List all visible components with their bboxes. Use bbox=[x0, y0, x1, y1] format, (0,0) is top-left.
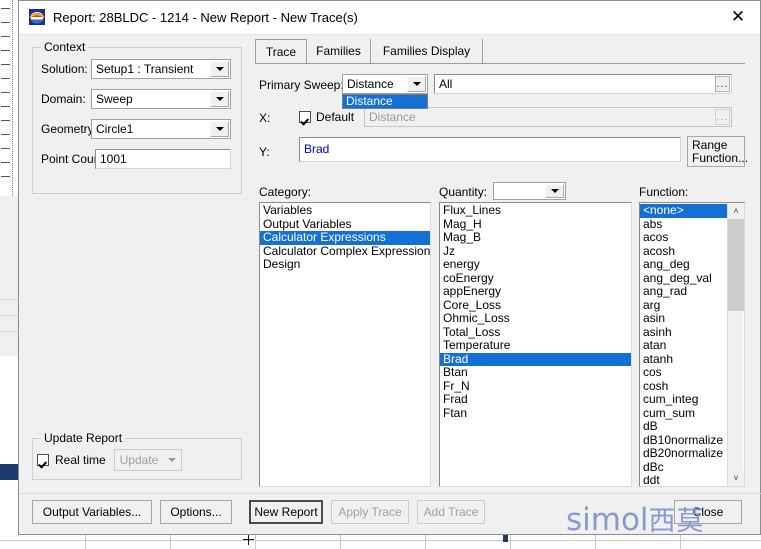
quantity-item[interactable]: Flux_Lines bbox=[440, 204, 631, 218]
quantity-item[interactable]: Mag_B bbox=[440, 231, 631, 245]
category-item[interactable]: Calculator Complex Expressions bbox=[260, 245, 430, 259]
quantity-item[interactable]: coEnergy bbox=[440, 272, 631, 286]
close-button[interactable]: Close bbox=[674, 500, 742, 524]
geometry-label: Geometry: bbox=[41, 122, 98, 136]
dialog-title: Report: 28BLDC - 1214 - New Report - New… bbox=[53, 10, 358, 25]
tab-trace-label: Trace bbox=[265, 44, 297, 59]
category-listbox[interactable]: Variables Output Variables Calculator Expr… bbox=[259, 202, 431, 487]
tab-underline bbox=[255, 63, 745, 64]
solution-combo[interactable]: Setup1 : Transient bbox=[91, 59, 231, 79]
range-function-label-2: Function... bbox=[692, 150, 749, 165]
apply-trace-button: Apply Trace bbox=[331, 500, 409, 524]
tab-families-label: Families bbox=[316, 44, 361, 58]
domain-label: Domain: bbox=[41, 92, 86, 106]
tab-trace[interactable]: Trace bbox=[255, 39, 307, 63]
domain-combo[interactable]: Sweep bbox=[91, 89, 231, 109]
output-variables-button[interactable]: Output Variables... bbox=[32, 500, 152, 524]
category-label: Category: bbox=[259, 185, 312, 199]
close-button-label: Close bbox=[692, 505, 724, 519]
quantity-item[interactable]: energy bbox=[440, 258, 631, 272]
category-item[interactable]: Variables bbox=[260, 204, 430, 218]
close-window-button[interactable]: ✕ bbox=[716, 1, 760, 33]
chevron-down-icon[interactable] bbox=[407, 76, 426, 92]
x-default-checkbox[interactable] bbox=[299, 111, 311, 123]
quantity-item[interactable]: Total_Loss bbox=[440, 326, 631, 340]
update-button: Update bbox=[114, 449, 182, 471]
tab-families[interactable]: Families bbox=[307, 39, 371, 63]
chevron-down-icon[interactable] bbox=[210, 121, 229, 137]
quantity-item[interactable]: Frad bbox=[440, 393, 631, 407]
category-item[interactable]: Design bbox=[260, 258, 430, 272]
primary-sweep-combo[interactable]: Distance bbox=[342, 74, 428, 94]
quantity-item[interactable]: Jz bbox=[440, 245, 631, 259]
chevron-down-icon[interactable] bbox=[210, 91, 229, 107]
real-time-checkbox[interactable] bbox=[37, 454, 49, 466]
scrollbar-thumb[interactable] bbox=[728, 219, 744, 311]
scroll-down-arrow-icon[interactable]: ˅ bbox=[728, 470, 744, 486]
x-browse-button: ... bbox=[715, 109, 730, 125]
category-item[interactable]: Calculator Expressions bbox=[260, 231, 430, 245]
add-trace-label: Add Trace bbox=[423, 505, 479, 519]
dialog-titlebar: Report: 28BLDC - 1214 - New Report - New… bbox=[19, 1, 760, 35]
solution-label: Solution: bbox=[41, 62, 88, 76]
y-label: Y: bbox=[259, 145, 270, 159]
primary-sweep-label: Primary Sweep: bbox=[259, 78, 344, 92]
quantity-item[interactable]: Core_Loss bbox=[440, 299, 631, 313]
quantity-combo[interactable] bbox=[493, 182, 566, 200]
quantity-item[interactable]: Temperature bbox=[440, 339, 631, 353]
range-function-button[interactable]: Range Function... bbox=[687, 136, 749, 167]
apply-trace-label: Apply Trace bbox=[338, 505, 402, 519]
chevron-down-icon[interactable] bbox=[210, 61, 229, 77]
plot-crosshair-icon bbox=[243, 534, 254, 545]
quantity-item[interactable]: appEnergy bbox=[440, 285, 631, 299]
background-tree-selected-row bbox=[0, 464, 18, 480]
quantity-item[interactable]: Ftan bbox=[440, 407, 631, 421]
chevron-down-icon[interactable] bbox=[545, 184, 564, 198]
tab-families-display[interactable]: Families Display bbox=[371, 39, 483, 63]
function-list-scrollbar[interactable]: ˄ ˅ bbox=[727, 203, 744, 486]
y-expression-input[interactable]: Brad bbox=[299, 137, 681, 162]
sweep-range-input[interactable]: All bbox=[434, 74, 732, 94]
solution-combo-value: Setup1 : Transient bbox=[96, 62, 194, 76]
ruler-left bbox=[0, 0, 13, 200]
real-time-label: Real time bbox=[55, 453, 106, 467]
options-label: Options... bbox=[170, 505, 222, 519]
primary-sweep-dropdown-popup[interactable]: Distance bbox=[342, 94, 428, 109]
background-project-tree bbox=[0, 196, 19, 480]
geometry-combo-value: Circle1 bbox=[96, 122, 134, 136]
range-function-label-1: Range bbox=[692, 137, 728, 152]
tabstrip: Trace Families Families Display bbox=[255, 39, 745, 63]
function-label: Function: bbox=[639, 185, 689, 199]
primary-sweep-value: Distance bbox=[347, 77, 394, 91]
x-default-label: Default bbox=[316, 110, 355, 124]
report-plot-icon bbox=[29, 9, 45, 25]
new-report-label: New Report bbox=[254, 505, 318, 519]
report-dialog: Report: 28BLDC - 1214 - New Report - New… bbox=[18, 0, 761, 535]
output-variables-label: Output Variables... bbox=[42, 505, 142, 519]
point-count-input[interactable]: 1001 bbox=[95, 149, 231, 169]
tab-families-display-label: Families Display bbox=[382, 44, 471, 58]
options-button[interactable]: Options... bbox=[160, 500, 232, 524]
quantity-item[interactable]: Fr_N bbox=[440, 380, 631, 394]
geometry-combo[interactable]: Circle1 bbox=[91, 119, 231, 139]
primary-sweep-option-distance[interactable]: Distance bbox=[343, 95, 427, 108]
quantity-item[interactable]: Brad bbox=[440, 352, 631, 366]
context-group-title: Context bbox=[41, 40, 89, 54]
update-report-group-title: Update Report bbox=[41, 431, 126, 445]
scroll-up-arrow-icon[interactable]: ˄ bbox=[728, 203, 744, 219]
quantity-listbox[interactable]: Flux_Lines Mag_H Mag_B Jz energy coEnergy appE… bbox=[439, 202, 632, 487]
x-label: X: bbox=[259, 111, 271, 125]
quantity-label: Quantity: bbox=[439, 185, 488, 199]
new-report-button[interactable]: New Report bbox=[249, 500, 323, 524]
domain-combo-value: Sweep bbox=[96, 92, 133, 106]
quantity-item[interactable]: Ohmic_Loss bbox=[440, 312, 631, 326]
add-trace-button: Add Trace bbox=[417, 500, 485, 524]
category-item[interactable]: Output Variables bbox=[260, 218, 430, 232]
x-expression-input: Distance bbox=[364, 107, 732, 127]
quantity-item[interactable]: Btan bbox=[440, 366, 631, 380]
update-button-label: Update bbox=[119, 453, 159, 467]
quantity-item[interactable]: Mag_H bbox=[440, 218, 631, 232]
footer-separator bbox=[19, 493, 761, 494]
sweep-range-browse-button[interactable]: ... bbox=[715, 76, 730, 92]
